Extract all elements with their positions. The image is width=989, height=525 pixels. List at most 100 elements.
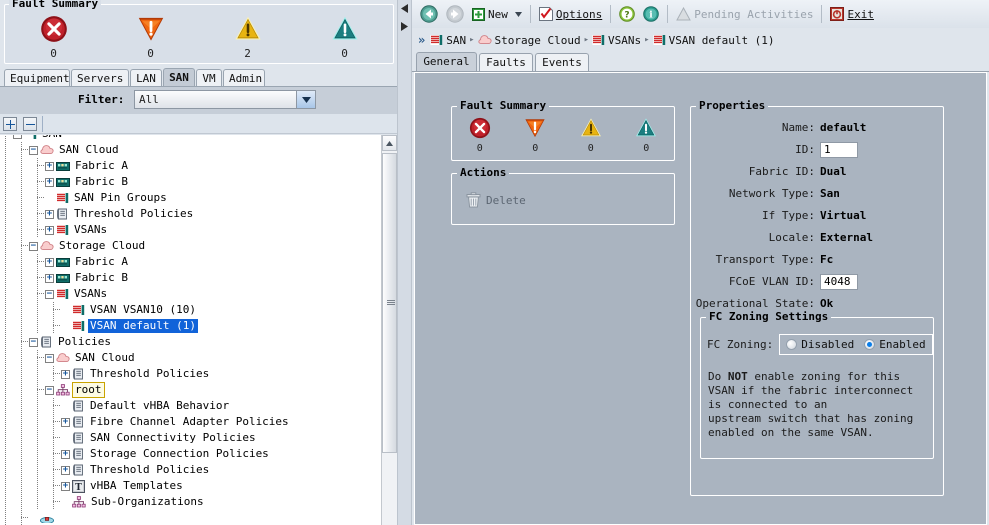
breadcrumb-item-0[interactable]: SAN (430, 34, 466, 47)
tree-item[interactable]: + Threshold Policies (0, 206, 381, 222)
tree-item-label: SAN (40, 135, 64, 141)
org-icon (56, 384, 70, 396)
filter-select[interactable]: All (134, 90, 316, 109)
fault-count-2: 0 (587, 143, 594, 154)
tree-item[interactable]: − SAN Cloud (0, 142, 381, 158)
tree-expander[interactable]: − (45, 353, 54, 363)
exit-button[interactable]: Exit (826, 2, 878, 26)
splitter-collapse-right-icon[interactable] (401, 22, 408, 31)
tree-item[interactable]: VSAN VSAN10 (10) (0, 302, 381, 318)
tree-item[interactable]: + Fibre Channel Adapter Policies (0, 414, 381, 430)
tree-item[interactable]: + Threshold Policies (0, 366, 381, 382)
content-tab-general[interactable]: General (416, 52, 477, 71)
tree-item[interactable]: SAN Pin Groups (0, 190, 381, 206)
tree-expander[interactable]: + (45, 225, 54, 235)
back-button[interactable] (416, 2, 442, 26)
navigation-panel: Fault Summary 0 0 2 0 Equipment Servers LA… (0, 0, 397, 525)
breadcrumb-item-3[interactable]: VSAN default (1) (653, 34, 775, 47)
tree-item-label: SAN Connectivity Policies (90, 431, 256, 444)
scrollbar-thumb[interactable] (382, 153, 397, 453)
tab-equipment[interactable]: Equipment (4, 69, 70, 87)
panel-splitter[interactable] (397, 0, 412, 525)
property-input-fcoevlanid[interactable]: 4048 (820, 273, 858, 290)
tree-item[interactable]: + VSANs (0, 222, 381, 238)
tree-expander[interactable]: − (29, 145, 38, 155)
delete-action[interactable]: Delete (466, 192, 526, 208)
tree-expander[interactable]: + (61, 449, 70, 459)
tree-item-label: VSANs (74, 287, 108, 300)
tab-admin[interactable]: Admin (223, 69, 265, 87)
property-value-fabricid: Dual (820, 165, 847, 178)
forward-button[interactable] (442, 2, 468, 26)
tree-expander[interactable]: + (61, 417, 70, 427)
info-button[interactable]: i (639, 2, 663, 26)
chevron-down-icon[interactable] (514, 11, 522, 17)
tree-item[interactable]: + Fabric A (0, 254, 381, 270)
tree-expander[interactable]: − (29, 337, 38, 347)
tab-servers[interactable]: Servers (71, 69, 129, 87)
tree-item[interactable]: − Storage Cloud (0, 238, 381, 254)
tree-item[interactable] (0, 510, 381, 525)
pending-activities-button[interactable]: Pending Activities (672, 2, 817, 26)
help-button[interactable]: ? (615, 2, 639, 26)
tree-item[interactable]: VSAN default (1) (0, 318, 381, 334)
tree-expander[interactable]: + (45, 177, 54, 187)
tree-item-label: Threshold Policies (90, 463, 210, 476)
radio-label: Disabled (801, 338, 855, 351)
tree-item[interactable]: + Storage Connection Policies (0, 446, 381, 462)
tree-scrollbar[interactable] (381, 135, 397, 525)
collapse-all-button[interactable] (23, 117, 37, 131)
tree-expander[interactable]: + (45, 161, 54, 171)
radio-label: Enabled (879, 338, 926, 351)
property-input-id[interactable]: 1 (820, 141, 858, 158)
content-tab-faults[interactable]: Faults (479, 53, 533, 71)
splitter-collapse-left-icon[interactable] (401, 4, 408, 13)
fc-zoning-radio-disabled[interactable]: Disabled (786, 338, 854, 351)
svg-text:T: T (75, 483, 82, 493)
options-button[interactable]: Options (535, 2, 606, 26)
tree-item[interactable]: − SAN Cloud (0, 350, 381, 366)
tree-item[interactable]: + Fabric A (0, 158, 381, 174)
tree-item[interactable]: SAN Connectivity Policies (0, 430, 381, 446)
scroll-up-button[interactable] (382, 135, 397, 151)
tab-san[interactable]: SAN (163, 68, 195, 87)
tree-expander[interactable]: − (45, 385, 54, 395)
tree-expander[interactable]: − (13, 135, 22, 139)
property-label-locale: Locale: (768, 231, 815, 244)
tree-item[interactable]: + Fabric B (0, 270, 381, 286)
new-button[interactable]: New (468, 2, 526, 26)
tree-expander[interactable]: + (45, 209, 54, 219)
tree-item[interactable]: Sub-Organizations (0, 494, 381, 510)
tree-item[interactable]: Default vHBA Behavior (0, 398, 381, 414)
tab-lan[interactable]: LAN (130, 69, 162, 87)
property-value-name: default (820, 121, 867, 134)
tree-item[interactable]: − root (0, 382, 381, 398)
fc-zoning-radio-enabled[interactable]: Enabled (864, 338, 926, 351)
vsan-icon (56, 288, 69, 300)
breadcrumb-item-1[interactable]: Storage Cloud (477, 34, 581, 47)
app-toolbar: New Options ? i Pending Activities Exit (412, 0, 989, 28)
tree-expander[interactable]: + (61, 369, 70, 379)
tree-item[interactable]: + Fabric B (0, 174, 381, 190)
expand-all-button[interactable] (3, 117, 17, 131)
tree-item[interactable]: + TvHBA Templates (0, 478, 381, 494)
navigation-tree[interactable]: −SAN−SAN Cloud+Fabric A+Fabric BSAN Pin … (0, 135, 397, 525)
double-chevron-icon[interactable]: » (418, 33, 425, 47)
tab-vm[interactable]: VM (196, 69, 222, 87)
tree-item[interactable]: + Threshold Policies (0, 462, 381, 478)
tree-expander[interactable]: + (61, 465, 70, 475)
tree-expander[interactable]: + (45, 257, 54, 267)
breadcrumb-item-2[interactable]: VSANs (592, 34, 641, 47)
tree-expander[interactable]: + (61, 481, 70, 491)
tree-item[interactable]: − VSANs (0, 286, 381, 302)
tree-item[interactable]: − Policies (0, 334, 381, 350)
tree-item[interactable]: − SAN (0, 135, 381, 142)
tree-expander[interactable]: − (29, 241, 38, 251)
toolbar-divider (821, 5, 823, 23)
chevron-down-icon[interactable] (296, 91, 315, 108)
content-tab-events[interactable]: Events (535, 53, 589, 71)
tree-expander[interactable]: + (45, 273, 54, 283)
breadcrumb-separator-icon: ▸ (583, 35, 590, 45)
tree-expander[interactable]: − (45, 289, 54, 299)
fault-cell-3: 0 (296, 15, 393, 60)
